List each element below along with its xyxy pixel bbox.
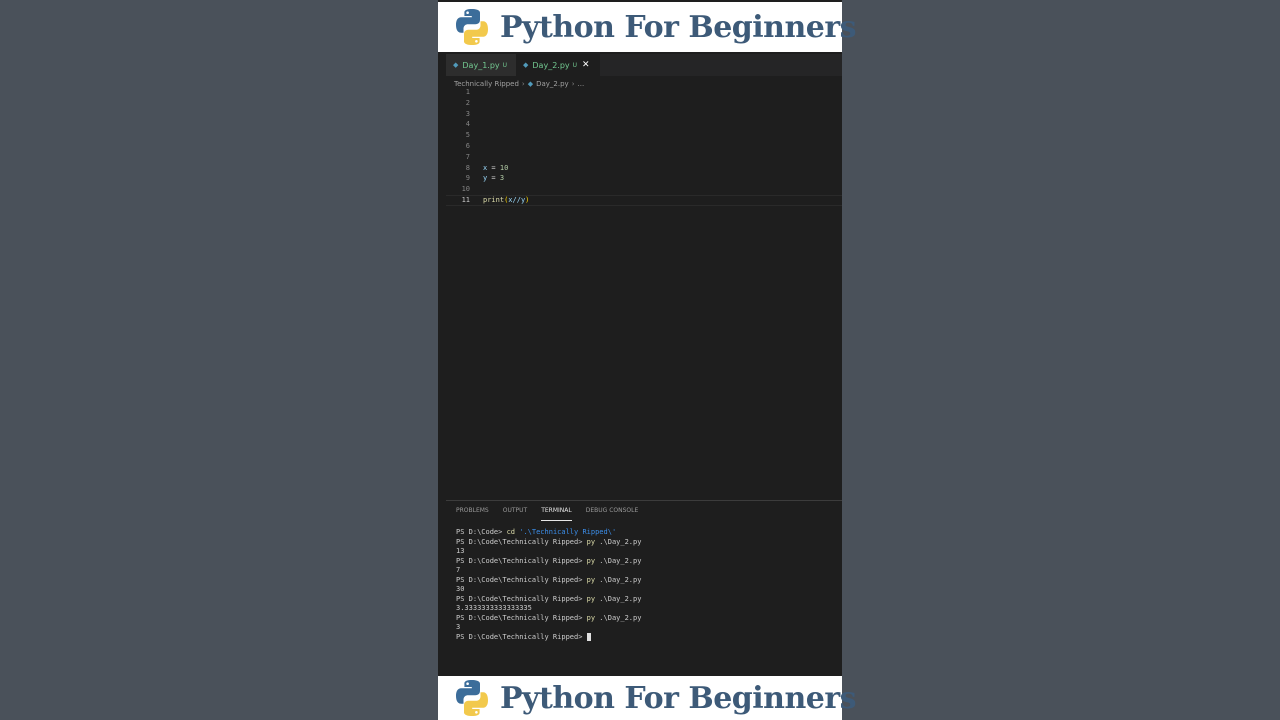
terminal-command: py <box>586 556 596 565</box>
editor-tab-bar: ◆ Day_1.py U ◆ Day_2.py U ✕ <box>446 54 842 76</box>
untracked-badge: U <box>502 61 508 69</box>
terminal-output[interactable]: PS D:\Code> cd '.\Technically Ripped\' P… <box>456 528 641 642</box>
code-line: 8 x = 10 <box>446 163 842 174</box>
terminal-line: PS D:\Code\Technically Ripped> py .\Day_… <box>456 595 641 605</box>
terminal-result: 13 <box>456 547 465 555</box>
code-token-num: 3 <box>499 174 505 183</box>
terminal-command: py <box>586 594 596 603</box>
line-number: 5 <box>465 131 470 140</box>
tab-label: Day_1.py <box>462 60 500 70</box>
video-frame: Python For Beginners ◆ Day_1.py U ◆ Day_… <box>438 0 857 720</box>
terminal-result: 7 <box>456 566 461 574</box>
terminal-line: PS D:\Code\Technically Ripped> <box>456 632 641 643</box>
code-token-fn: print <box>483 195 505 204</box>
code-token-op: = <box>487 174 500 183</box>
terminal-prompt: PS D:\Code\Technically Ripped> <box>456 594 587 603</box>
terminal-result: 3 <box>456 623 461 631</box>
banner-title: Python For Beginners <box>500 9 857 45</box>
python-logo-icon <box>456 680 488 716</box>
code-line: 10 <box>446 184 842 195</box>
terminal-argument: '.\Technically Ripped\' <box>515 528 617 536</box>
line-number: 6 <box>465 141 470 150</box>
tab-problems[interactable]: PROBLEMS <box>456 501 489 521</box>
tab-output[interactable]: OUTPUT <box>503 501 527 521</box>
code-line: 7 <box>446 152 842 163</box>
code-line: 1 <box>446 87 842 98</box>
terminal-line: PS D:\Code\Technically Ripped> py .\Day_… <box>456 538 641 548</box>
code-line: 6 <box>446 141 842 152</box>
terminal-command: py <box>586 613 596 622</box>
terminal-prompt: PS D:\Code\Technically Ripped> <box>456 575 587 584</box>
tab-day-1[interactable]: ◆ Day_1.py U <box>446 54 516 76</box>
terminal-prompt: PS D:\Code\Technically Ripped> <box>456 632 587 641</box>
line-number: 10 <box>461 185 470 194</box>
banner-title: Python For Beginners <box>500 680 857 716</box>
python-file-icon: ◆ <box>523 61 529 69</box>
terminal-argument: .\Day_2.py <box>595 537 642 546</box>
terminal-result: 30 <box>456 585 465 593</box>
line-number: 11 <box>461 195 470 204</box>
code-line: 5 <box>446 130 842 141</box>
terminal-line: PS D:\Code\Technically Ripped> py .\Day_… <box>456 576 641 586</box>
code-line-current: 11 print(x//y) <box>446 194 842 206</box>
code-token-arg: x//y <box>508 195 526 204</box>
line-number: 7 <box>465 152 470 161</box>
terminal-argument: .\Day_2.py <box>595 613 642 622</box>
code-line: 4 <box>446 119 842 130</box>
python-logo-icon <box>456 9 488 45</box>
tab-terminal[interactable]: TERMINAL <box>541 501 572 521</box>
code-token-num: 10 <box>499 163 509 172</box>
terminal-line: PS D:\Code\Technically Ripped> py .\Day_… <box>456 614 641 624</box>
line-number: 1 <box>465 88 470 96</box>
line-number: 8 <box>465 163 470 172</box>
close-icon[interactable]: ✕ <box>582 60 590 70</box>
untracked-badge: U <box>572 61 578 69</box>
python-file-icon: ◆ <box>453 61 459 69</box>
terminal-cursor <box>586 632 591 641</box>
panel-tab-bar: PROBLEMS OUTPUT TERMINAL DEBUG CONSOLE <box>446 501 842 521</box>
code-line: 3 <box>446 109 842 120</box>
banner-top: Python For Beginners <box>438 2 857 52</box>
code-line: 2 <box>446 98 842 109</box>
code-line: 9 y = 3 <box>446 173 842 184</box>
terminal-line: PS D:\Code> cd '.\Technically Ripped\' <box>456 528 641 538</box>
tab-debug-console[interactable]: DEBUG CONSOLE <box>586 501 639 521</box>
terminal-prompt: PS D:\Code\Technically Ripped> <box>456 556 587 565</box>
terminal-argument: .\Day_2.py <box>595 556 642 565</box>
bottom-panel: PROBLEMS OUTPUT TERMINAL DEBUG CONSOLE P… <box>446 500 842 676</box>
line-number: 9 <box>465 174 470 183</box>
terminal-line: PS D:\Code\Technically Ripped> py .\Day_… <box>456 557 641 567</box>
terminal-result: 3.3333333333333335 <box>456 604 532 612</box>
tab-day-2[interactable]: ◆ Day_2.py U ✕ <box>516 54 600 76</box>
terminal-command: py <box>586 537 596 546</box>
terminal-command: py <box>586 575 596 584</box>
terminal-argument: .\Day_2.py <box>595 575 642 584</box>
line-number: 4 <box>465 120 470 129</box>
terminal-prompt: PS D:\Code\Technically Ripped> <box>456 537 587 546</box>
tab-label: Day_2.py <box>532 60 570 70</box>
terminal-prompt: PS D:\Code\Technically Ripped> <box>456 613 587 622</box>
terminal-prompt: PS D:\Code> <box>456 528 507 536</box>
terminal-argument: .\Day_2.py <box>595 594 642 603</box>
code-token-paren: ) <box>525 195 530 204</box>
banner-bottom: Python For Beginners <box>438 676 857 720</box>
line-number: 3 <box>465 109 470 118</box>
code-token-op: = <box>487 163 500 172</box>
line-number: 2 <box>465 98 470 107</box>
terminal-command: cd <box>506 528 516 536</box>
code-area[interactable]: 1 2 3 4 5 6 7 8 x = 10 9 y = 3 10 11 pri… <box>446 87 842 206</box>
